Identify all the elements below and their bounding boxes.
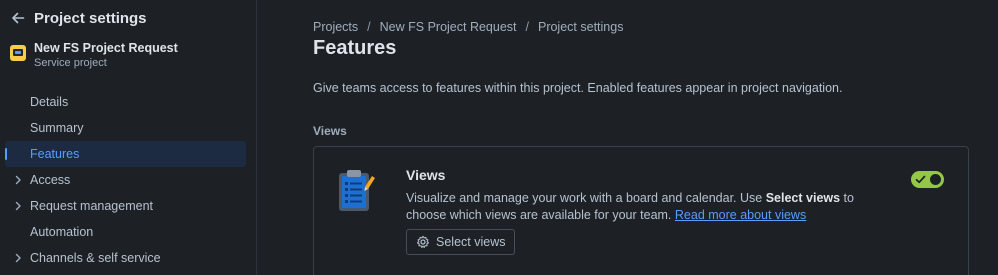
sidebar-item-channels-self-service[interactable]: Channels & self service [5, 245, 246, 271]
sidebar-title: Project settings [34, 9, 147, 27]
sidebar-nav: Details Summary Features Access Request … [5, 89, 246, 271]
sidebar-item-label: Automation [30, 225, 94, 239]
section-label: Views [313, 124, 347, 138]
sidebar-item-label: Request management [30, 199, 153, 213]
project-type: Service project [34, 57, 107, 69]
project-name: New FS Project Request [34, 41, 178, 55]
select-views-label: Select views [436, 235, 506, 249]
chevron-right-icon [15, 201, 21, 211]
sidebar-item-access[interactable]: Access [5, 167, 246, 193]
breadcrumb-separator: / [525, 20, 529, 34]
card-desc-text: Visualize and manage your work with a bo… [406, 191, 766, 205]
sidebar-item-automation[interactable]: Automation [5, 219, 246, 245]
views-toggle[interactable] [911, 171, 944, 188]
breadcrumb-project-settings[interactable]: Project settings [538, 20, 623, 34]
breadcrumb-project[interactable]: New FS Project Request [380, 20, 517, 34]
select-views-button[interactable]: Select views [406, 229, 516, 255]
sidebar-item-summary[interactable]: Summary [5, 115, 246, 141]
main-content: Projects / New FS Project Request / Proj… [313, 0, 973, 275]
chevron-right-icon [15, 175, 21, 185]
sidebar-item-label: Access [30, 173, 71, 187]
sidebar-item-label: Summary [30, 121, 84, 135]
page-title: Features [313, 37, 397, 59]
sidebar-item-label: Details [30, 95, 69, 109]
sidebar-item-details[interactable]: Details [5, 89, 246, 115]
read-more-link[interactable]: Read more about views [675, 208, 806, 222]
card-description: Visualize and manage your work with a bo… [406, 190, 876, 224]
toggle-knob [930, 174, 941, 185]
views-feature-card: Views Visualize and manage your work wit… [313, 146, 969, 275]
sidebar: Project settings New FS Project Request … [0, 0, 257, 275]
project-avatar-icon [10, 45, 26, 61]
breadcrumb: Projects / New FS Project Request / Proj… [313, 20, 623, 34]
app: Project settings New FS Project Request … [0, 0, 998, 275]
clipboard-icon [339, 170, 375, 211]
breadcrumb-projects[interactable]: Projects [313, 20, 358, 34]
card-desc-bold: Select views [765, 191, 841, 205]
sidebar-header: Project settings [9, 6, 147, 30]
breadcrumb-separator: / [367, 20, 371, 34]
sidebar-item-features[interactable]: Features [5, 141, 246, 167]
sidebar-item-request-management[interactable]: Request management [5, 193, 246, 219]
chevron-right-icon [15, 253, 21, 263]
page-intro: Give teams access to features within thi… [313, 81, 843, 95]
project-info: New FS Project Request Service project [10, 41, 178, 70]
gear-icon [416, 235, 430, 248]
sidebar-item-label: Channels & self service [30, 251, 161, 265]
back-arrow-icon[interactable] [9, 9, 27, 27]
sidebar-item-label: Features [30, 147, 80, 161]
card-title: Views [406, 167, 446, 183]
check-icon [915, 175, 926, 184]
